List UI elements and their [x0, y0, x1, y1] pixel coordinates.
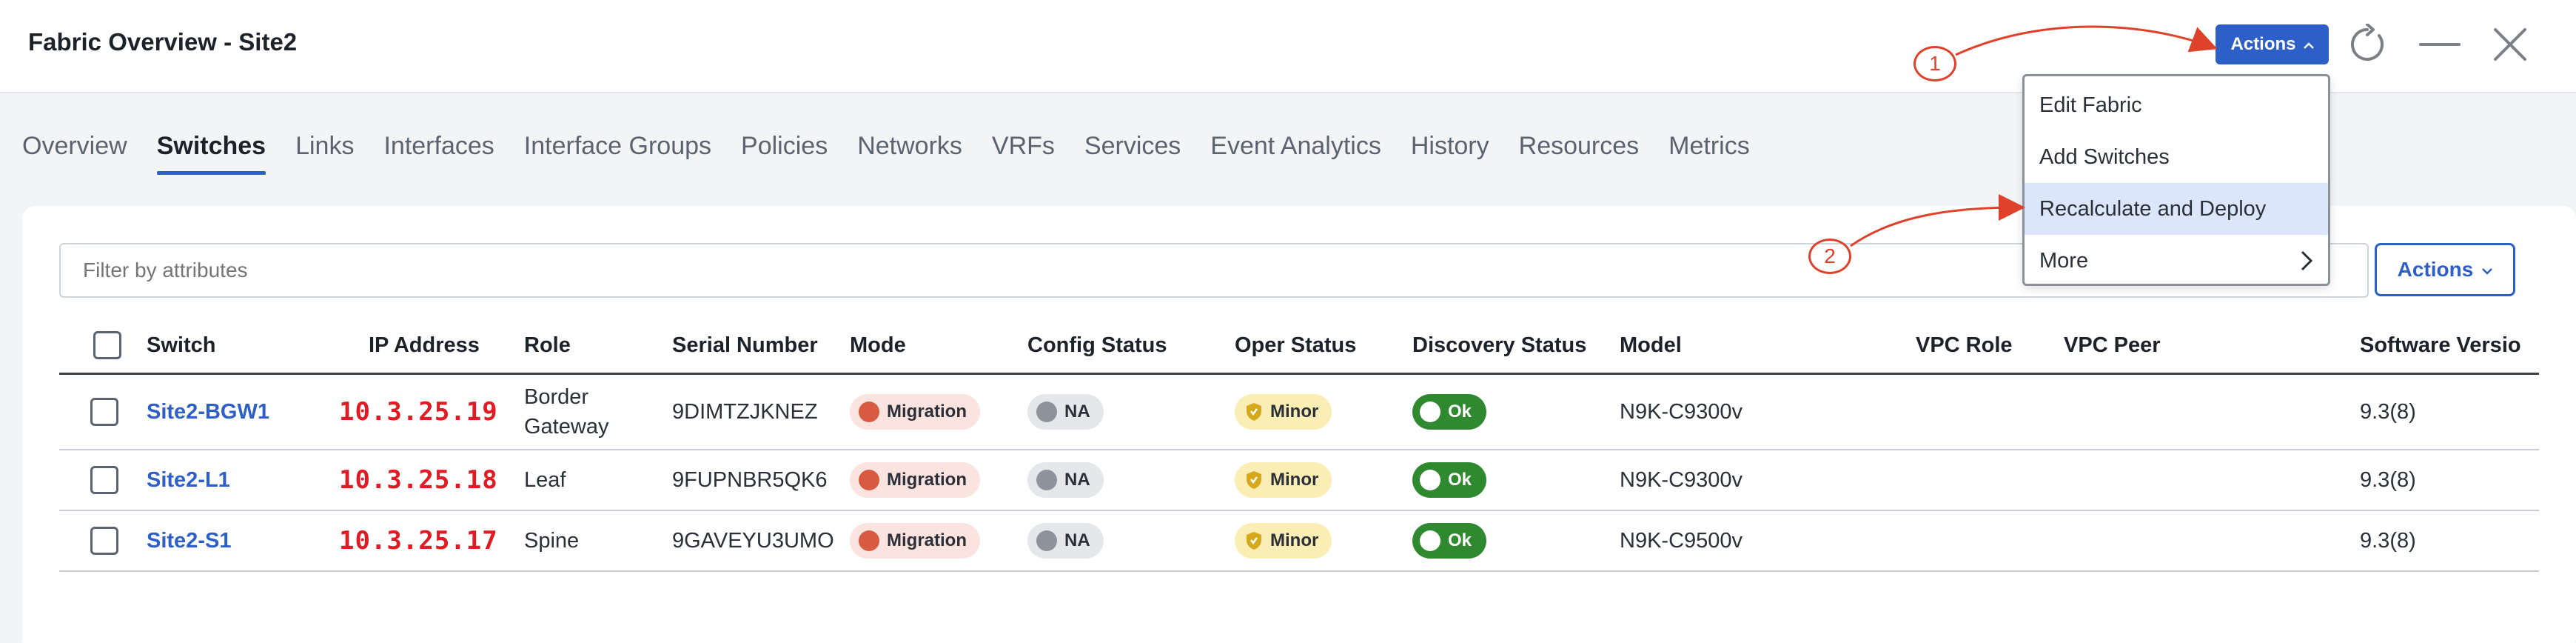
- page-title: Fabric Overview - Site2: [28, 28, 298, 56]
- role: Border Gateway: [524, 385, 609, 439]
- row-checkbox[interactable]: [90, 450, 118, 510]
- software-version: 9.3(8): [2360, 528, 2416, 553]
- ip-address: 10.3.25.17: [339, 526, 498, 556]
- config-status-badge: NA: [1027, 450, 1104, 510]
- tab-policies[interactable]: Policies: [741, 127, 828, 175]
- tab-resources[interactable]: Resources: [1519, 127, 1640, 175]
- oper-status-badge: Minor: [1235, 450, 1332, 510]
- shield-warning-icon: [1247, 532, 1261, 550]
- annotation-marker-1: 1: [1913, 46, 1956, 81]
- tab-interfaces[interactable]: Interfaces: [383, 127, 494, 175]
- mode-badge: Migration: [850, 375, 980, 449]
- menu-item-more-label: More: [2039, 248, 2089, 273]
- model: N9K-C9300v: [1620, 399, 1743, 424]
- discovery-status-badge: Ok: [1412, 375, 1487, 449]
- col-mode[interactable]: Mode: [850, 316, 906, 375]
- software-version: 9.3(8): [2360, 399, 2416, 424]
- shield-warning-icon: [1247, 403, 1261, 421]
- col-role[interactable]: Role: [524, 316, 571, 375]
- ip-address: 10.3.25.18: [339, 465, 498, 495]
- status-dot-icon: [1036, 530, 1057, 551]
- serial-number: 9FUPNBR5QK6: [672, 467, 828, 492]
- model: N9K-C9300v: [1620, 467, 1743, 492]
- role: Spine: [524, 528, 580, 553]
- switch-name-link[interactable]: Site2-L1: [147, 450, 230, 510]
- table-row[interactable]: Site2-L1 10.3.25.18 Leaf 9FUPNBR5QK6 Mig…: [59, 450, 2539, 511]
- close-icon[interactable]: [2492, 27, 2528, 62]
- menu-item-recalculate-and-deploy[interactable]: Recalculate and Deploy: [2025, 183, 2328, 235]
- col-model[interactable]: Model: [1620, 316, 1682, 375]
- chevron-right-icon: [2300, 250, 2313, 272]
- config-status-badge: NA: [1027, 375, 1104, 449]
- oper-status-badge: Minor: [1235, 375, 1332, 449]
- status-dot-icon: [859, 530, 879, 551]
- tab-networks[interactable]: Networks: [857, 127, 962, 175]
- menu-item-edit-fabric[interactable]: Edit Fabric: [2025, 79, 2328, 131]
- ip-address: 10.3.25.19: [339, 397, 498, 427]
- col-software-version[interactable]: Software Versio: [2360, 316, 2521, 375]
- config-status-badge: NA: [1027, 511, 1104, 570]
- software-version: 9.3(8): [2360, 467, 2416, 492]
- minimize-icon[interactable]: [2419, 43, 2461, 46]
- discovery-status-badge: Ok: [1412, 450, 1487, 510]
- col-vpc-peer[interactable]: VPC Peer: [2064, 316, 2161, 375]
- tab-overview[interactable]: Overview: [22, 127, 127, 175]
- status-dot-icon: [859, 470, 879, 490]
- col-config-status[interactable]: Config Status: [1027, 316, 1167, 375]
- col-discovery-status[interactable]: Discovery Status: [1412, 316, 1586, 375]
- tab-interface-groups[interactable]: Interface Groups: [524, 127, 711, 175]
- table-row[interactable]: Site2-BGW1 10.3.25.19 Border Gateway 9DI…: [59, 375, 2539, 450]
- col-serial-number[interactable]: Serial Number: [672, 316, 818, 375]
- tab-links[interactable]: Links: [295, 127, 354, 175]
- model: N9K-C9500v: [1620, 528, 1743, 553]
- mode-badge: Migration: [850, 450, 980, 510]
- select-all-checkbox[interactable]: [93, 316, 121, 375]
- actions-dropdown-menu: Edit Fabric Add Switches Recalculate and…: [2022, 74, 2330, 286]
- menu-item-add-switches[interactable]: Add Switches: [2025, 131, 2328, 183]
- col-ip-address[interactable]: IP Address: [369, 316, 480, 375]
- refresh-icon[interactable]: [2347, 23, 2388, 65]
- mode-badge: Migration: [850, 511, 980, 570]
- chevron-up-icon: [2303, 38, 2314, 53]
- tab-event-analytics[interactable]: Event Analytics: [1210, 127, 1381, 175]
- table-row[interactable]: Site2-S1 10.3.25.17 Spine 9GAVEYU3UMO Mi…: [59, 511, 2539, 572]
- role: Leaf: [524, 467, 566, 492]
- status-dot-icon: [859, 402, 879, 422]
- serial-number: 9GAVEYU3UMO: [672, 528, 834, 553]
- tab-switches[interactable]: Switches: [156, 127, 266, 175]
- menu-item-more[interactable]: More: [2025, 235, 2328, 287]
- row-checkbox[interactable]: [90, 375, 118, 449]
- chevron-down-icon: [2482, 262, 2493, 279]
- table-actions-button[interactable]: Actions: [2375, 243, 2515, 296]
- switch-name-link[interactable]: Site2-BGW1: [147, 375, 269, 449]
- row-checkbox[interactable]: [90, 511, 118, 570]
- toggle-icon: [1420, 470, 1440, 490]
- discovery-status-badge: Ok: [1412, 511, 1487, 570]
- tab-services[interactable]: Services: [1084, 127, 1181, 175]
- tab-bar: Overview Switches Links Interfaces Inter…: [22, 127, 1750, 175]
- tab-history[interactable]: History: [1411, 127, 1489, 175]
- annotation-marker-2: 2: [1808, 239, 1851, 274]
- switch-name-link[interactable]: Site2-S1: [147, 511, 231, 570]
- col-vpc-role[interactable]: VPC Role: [1916, 316, 2013, 375]
- shield-warning-icon: [1247, 471, 1261, 489]
- tab-vrfs[interactable]: VRFs: [992, 127, 1055, 175]
- status-dot-icon: [1036, 470, 1057, 490]
- toggle-icon: [1420, 530, 1440, 551]
- col-oper-status[interactable]: Oper Status: [1235, 316, 1356, 375]
- header-actions-label: Actions: [2230, 34, 2296, 54]
- toggle-icon: [1420, 402, 1440, 422]
- header-actions-button[interactable]: Actions: [2216, 24, 2329, 64]
- oper-status-badge: Minor: [1235, 511, 1332, 570]
- table-header: Switch IP Address Role Serial Number Mod…: [59, 316, 2539, 375]
- status-dot-icon: [1036, 402, 1057, 422]
- col-switch[interactable]: Switch: [147, 316, 215, 375]
- serial-number: 9DIMTZJKNEZ: [672, 399, 818, 424]
- tab-metrics[interactable]: Metrics: [1668, 127, 1750, 175]
- table-actions-label: Actions: [2397, 258, 2474, 281]
